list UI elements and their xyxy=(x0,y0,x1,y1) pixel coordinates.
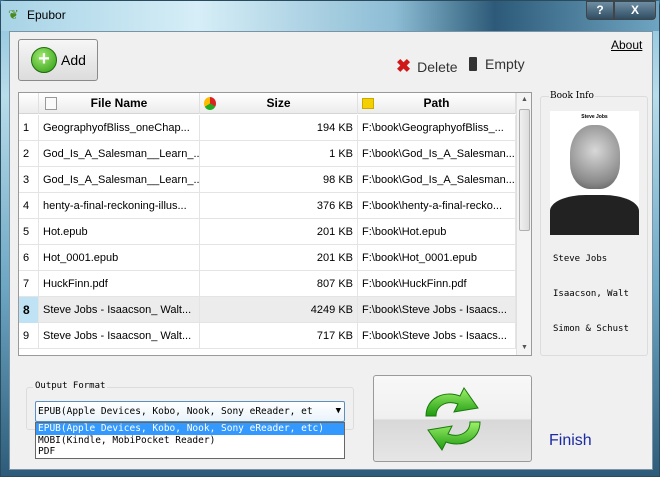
header-path-label: Path xyxy=(423,96,450,110)
cover-portrait-body xyxy=(550,195,639,235)
header-number xyxy=(19,93,39,114)
size-cell: 1 KB xyxy=(200,141,358,167)
file-name-cell: henty-a-final-reckoning-illus... xyxy=(39,193,200,219)
dropdown-arrow-icon[interactable]: ▼ xyxy=(336,402,341,421)
path-cell: F:\book\Steve Jobs - Isaacs... xyxy=(358,297,516,323)
title-bar[interactable]: ❦ Epubor ? X xyxy=(1,1,659,31)
row-number: 3 xyxy=(19,167,39,193)
delete-label: Delete xyxy=(417,58,458,75)
empty-button[interactable]: Empty xyxy=(469,56,525,72)
format-option-epub[interactable]: EPUB(Apple Devices, Kobo, Nook, Sony eRe… xyxy=(36,423,344,435)
document-icon xyxy=(45,97,57,110)
table-row[interactable]: 1 GeographyofBliss_oneChap... 194 KB F:\boo… xyxy=(19,115,516,141)
output-format-select[interactable]: EPUB(Apple Devices, Kobo, Nook, Sony eRe… xyxy=(35,401,345,422)
client-area: + Add About ✖ Delete Empty File Name Siz… xyxy=(9,31,653,470)
path-cell: F:\book\GeographyofBliss_... xyxy=(358,115,516,141)
format-dropdown-list: EPUB(Apple Devices, Kobo, Nook, Sony eRe… xyxy=(35,422,345,459)
header-size-label: Size xyxy=(266,96,291,110)
path-cell: F:\book\God_Is_A_Salesman... xyxy=(358,141,516,167)
row-number: 7 xyxy=(19,271,39,297)
file-name-cell: Steve Jobs - Isaacson_ Walt... xyxy=(39,323,200,349)
size-cell: 201 KB xyxy=(200,245,358,271)
path-cell: F:\book\henty-a-final-recko... xyxy=(358,193,516,219)
table-row[interactable]: 2 God_Is_A_Salesman__Learn_... 1 KB F:\book… xyxy=(19,141,516,167)
table-row[interactable]: 6 Hot_0001.epub 201 KB F:\book\Hot_0001.epu… xyxy=(19,245,516,271)
table-row[interactable]: 4 henty-a-final-reckoning-illus... 376 KB F… xyxy=(19,193,516,219)
book-title: Steve Jobs xyxy=(553,254,608,264)
app-window: ❦ Epubor ? X + Add About ✖ Delete Empty … xyxy=(0,0,660,477)
row-number: 1 xyxy=(19,115,39,141)
close-button[interactable]: X xyxy=(614,1,656,20)
size-cell: 376 KB xyxy=(200,193,358,219)
size-pie-icon xyxy=(204,97,216,110)
size-cell: 98 KB xyxy=(200,167,358,193)
scroll-thumb[interactable] xyxy=(519,109,530,231)
file-name-cell: Hot_0001.epub xyxy=(39,245,200,271)
book-info-title: Book Info xyxy=(549,91,595,101)
table-row[interactable]: 3 God_Is_A_Salesman__Learn_... 98 KB F:\boo… xyxy=(19,167,516,193)
table-row[interactable]: 9 Steve Jobs - Isaacson_ Walt... 717 KB F:\… xyxy=(19,323,516,349)
path-cell: F:\book\God_Is_A_Salesman... xyxy=(358,167,516,193)
row-number: 9 xyxy=(19,323,39,349)
file-name-cell: GeographyofBliss_oneChap... xyxy=(39,115,200,141)
path-cell: F:\book\Hot_0001.epub xyxy=(358,245,516,271)
row-number: 5 xyxy=(19,219,39,245)
size-cell: 201 KB xyxy=(200,219,358,245)
scroll-up-icon[interactable]: ▲ xyxy=(517,93,531,107)
row-number: 4 xyxy=(19,193,39,219)
convert-button[interactable] xyxy=(373,375,532,462)
file-table: File Name Size Path 1 GeographyofBliss_on… xyxy=(18,92,532,356)
path-cell: F:\book\Hot.epub xyxy=(358,219,516,245)
cover-portrait xyxy=(570,125,620,189)
plus-icon: + xyxy=(31,47,57,73)
path-cell: F:\book\HuckFinn.pdf xyxy=(358,271,516,297)
size-cell: 807 KB xyxy=(200,271,358,297)
book-cover-image: Steve Jobs xyxy=(550,111,639,235)
finish-label: Finish xyxy=(549,432,592,449)
file-name-cell: God_Is_A_Salesman__Learn_... xyxy=(39,141,200,167)
file-name-cell: Steve Jobs - Isaacson_ Walt... xyxy=(39,297,200,323)
row-number: 6 xyxy=(19,245,39,271)
about-link[interactable]: About xyxy=(611,38,642,52)
format-option-mobi[interactable]: MOBI(Kindle, MobiPocket Reader) xyxy=(36,435,344,447)
header-size[interactable]: Size xyxy=(200,93,358,114)
delete-x-icon: ✖ xyxy=(396,56,412,76)
app-leaf-icon: ❦ xyxy=(8,7,19,22)
file-name-cell: Hot.epub xyxy=(39,219,200,245)
scroll-down-icon[interactable]: ▼ xyxy=(517,341,531,355)
table-row[interactable]: 5 Hot.epub 201 KB F:\book\Hot.epub xyxy=(19,219,516,245)
add-button[interactable]: + Add xyxy=(18,39,98,81)
path-cell: F:\book\Steve Jobs - Isaacs... xyxy=(358,323,516,349)
file-name-cell: God_Is_A_Salesman__Learn_... xyxy=(39,167,200,193)
size-cell: 4249 KB xyxy=(200,297,358,323)
window-title: Epubor xyxy=(27,8,66,22)
header-file-name[interactable]: File Name xyxy=(39,93,200,114)
refresh-arrows-icon xyxy=(425,387,481,451)
cover-caption: Steve Jobs xyxy=(581,114,608,120)
add-label: Add xyxy=(61,52,86,68)
empty-label: Empty xyxy=(485,56,525,72)
selected-format: EPUB(Apple Devices, Kobo, Nook, Sony eRe… xyxy=(38,406,313,417)
table-row[interactable]: 8 Steve Jobs - Isaacson_ Walt... 4249 KB F:… xyxy=(19,297,516,323)
delete-button[interactable]: ✖ Delete xyxy=(396,56,458,77)
size-cell: 194 KB xyxy=(200,115,358,141)
format-option-pdf[interactable]: PDF xyxy=(36,446,344,458)
size-cell: 717 KB xyxy=(200,323,358,349)
trash-icon xyxy=(469,57,477,71)
row-number: 8 xyxy=(19,297,39,323)
file-name-cell: HuckFinn.pdf xyxy=(39,271,200,297)
header-path[interactable]: Path xyxy=(358,93,516,114)
book-publisher: Simon & Schust xyxy=(553,324,629,334)
book-info-panel: Book Info Steve Jobs Steve Jobs Isaacson… xyxy=(540,91,648,356)
header-file-name-label: File Name xyxy=(90,96,148,110)
table-row[interactable]: 7 HuckFinn.pdf 807 KB F:\book\HuckFinn.pdf xyxy=(19,271,516,297)
vertical-scrollbar[interactable]: ▲ ▼ xyxy=(516,93,531,355)
book-author: Isaacson, Walt xyxy=(553,289,629,299)
folder-icon xyxy=(362,98,374,109)
row-number: 2 xyxy=(19,141,39,167)
output-format-title: Output Format xyxy=(33,381,108,391)
table-header: File Name Size Path xyxy=(19,93,516,114)
help-button[interactable]: ? xyxy=(586,1,614,20)
